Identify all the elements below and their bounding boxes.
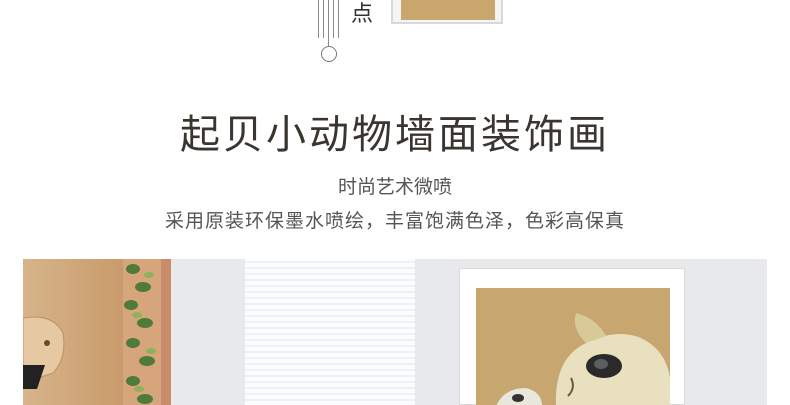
vertical-line xyxy=(328,0,329,46)
vertical-line xyxy=(333,0,334,38)
hanging-plant xyxy=(124,264,156,404)
vertical-line xyxy=(323,0,324,38)
description: 采用原装环保墨水喷绘，丰富饱满色泽，色彩高保真 xyxy=(164,210,625,232)
circle-marker-icon xyxy=(321,46,337,62)
product-photo xyxy=(23,259,767,405)
page-title: 起贝小动物墙面装饰画 xyxy=(180,112,610,158)
vertical-line xyxy=(338,0,339,38)
dog-illustration xyxy=(496,313,670,405)
feature-label: 点 xyxy=(351,2,374,27)
vertical-line xyxy=(318,0,319,38)
dog-painting xyxy=(476,288,670,405)
fish-decoration xyxy=(23,316,65,389)
window-blinds xyxy=(245,259,415,405)
art-frame xyxy=(459,268,685,405)
thumbnail-image xyxy=(391,0,503,24)
top-decoration: 点 xyxy=(0,0,790,62)
door-frame xyxy=(161,259,171,405)
thumbnail-art xyxy=(401,0,495,20)
subtitle: 时尚艺术微喷 xyxy=(337,176,452,198)
